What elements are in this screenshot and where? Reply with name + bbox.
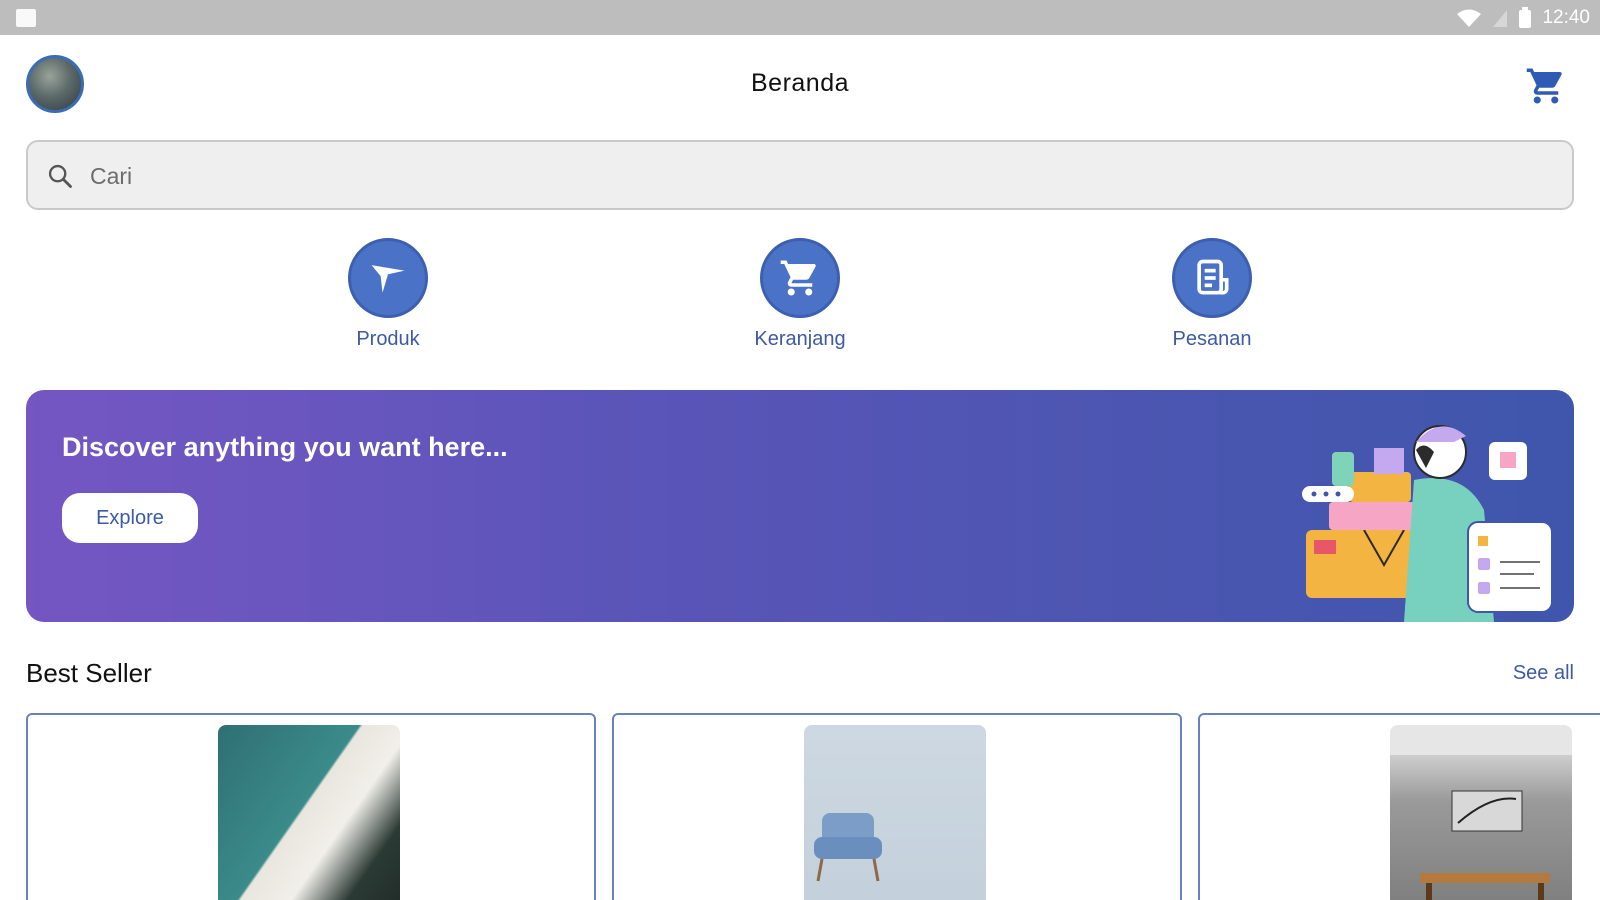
gallery-illustration — [1390, 725, 1572, 900]
shortcut-label: Produk — [356, 328, 420, 350]
armchair-illustration — [814, 813, 882, 882]
product-image — [218, 725, 400, 900]
send-icon — [348, 238, 428, 318]
status-bar: 12:40 — [0, 0, 1600, 35]
receipt-icon — [1172, 238, 1252, 318]
shortcut-pesanan[interactable]: Pesanan — [1122, 238, 1302, 351]
page-title: Beranda — [750, 69, 850, 97]
shortcut-menu: Produk Keranjang Pesanan — [0, 238, 1600, 358]
cart-icon — [760, 238, 840, 318]
search-bar[interactable] — [26, 140, 1574, 210]
shortcut-label: Pesanan — [1172, 328, 1252, 350]
app-header: Beranda — [0, 35, 1600, 135]
notification-icon — [16, 9, 36, 27]
battery-icon — [1519, 7, 1532, 28]
explore-button[interactable]: Explore — [62, 493, 198, 543]
product-list[interactable] — [26, 713, 1600, 900]
search-icon — [48, 164, 72, 188]
wifi-icon — [1457, 9, 1482, 27]
product-image — [804, 725, 986, 900]
product-image — [1390, 725, 1572, 900]
status-icons: 12:40 — [1456, 6, 1590, 30]
shortcut-keranjang[interactable]: Keranjang — [710, 238, 890, 351]
status-time: 12:40 — [1542, 7, 1590, 28]
promo-banner: Discover anything you want here... Explo… — [26, 390, 1574, 622]
product-card[interactable] — [612, 713, 1182, 900]
shortcut-produk[interactable]: Produk — [298, 238, 478, 351]
delivery-illustration — [1302, 425, 1553, 622]
banner-text: Discover anything you want here... — [62, 432, 508, 462]
cart-icon[interactable] — [1524, 65, 1568, 107]
see-all-link[interactable]: See all — [1513, 662, 1574, 685]
product-card[interactable] — [1198, 713, 1600, 900]
best-seller-title: Best Seller — [26, 658, 152, 688]
product-card[interactable] — [26, 713, 596, 900]
search-input[interactable] — [90, 154, 1490, 198]
signal-icon — [1493, 10, 1508, 27]
shortcut-label: Keranjang — [754, 328, 846, 350]
